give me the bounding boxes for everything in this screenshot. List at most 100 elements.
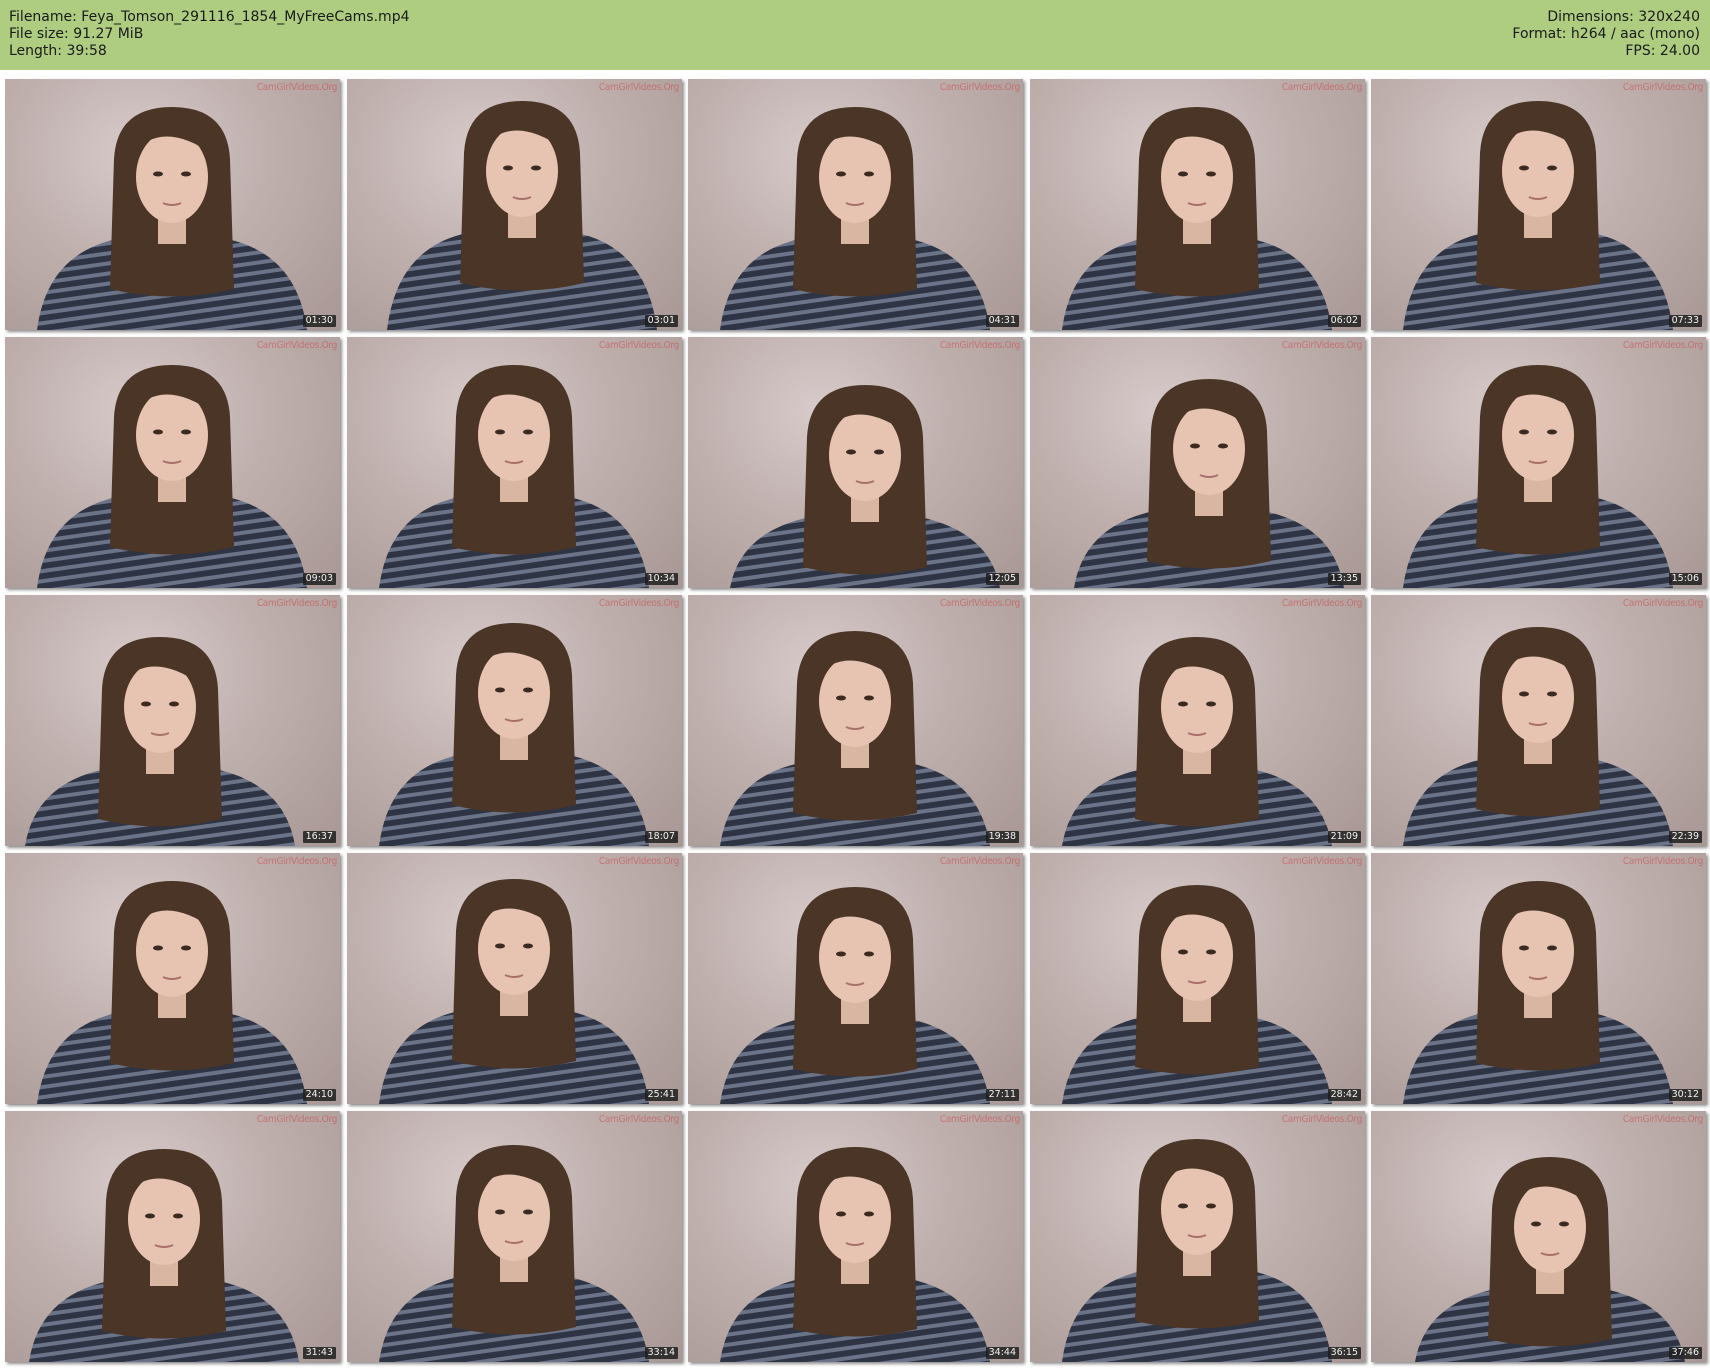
right-eye-shape xyxy=(1547,691,1557,697)
right-eye-shape xyxy=(1206,701,1216,707)
frame-image xyxy=(37,365,307,588)
watermark: CamGirlVideos.Org xyxy=(1622,340,1703,351)
frame-image xyxy=(1403,101,1673,330)
video-thumbnail: CamGirlVideos.Org 31:43 xyxy=(5,1111,340,1362)
right-eye-shape xyxy=(1547,945,1557,951)
video-thumbnail: CamGirlVideos.Org 07:33 xyxy=(1371,79,1706,330)
left-eye-shape xyxy=(1519,945,1529,951)
video-thumbnail: CamGirlVideos.Org 19:38 xyxy=(688,595,1023,846)
timestamp-label: 01:30 xyxy=(302,315,336,327)
watermark: CamGirlVideos.Org xyxy=(939,856,1020,867)
left-eye-shape xyxy=(153,171,163,177)
frame-image xyxy=(379,1145,649,1362)
timestamp-label: 24:10 xyxy=(302,1089,336,1101)
left-eye-shape xyxy=(1519,429,1529,435)
video-thumbnail: CamGirlVideos.Org 22:39 xyxy=(1371,595,1706,846)
watermark: CamGirlVideos.Org xyxy=(598,340,679,351)
right-eye-shape xyxy=(1206,949,1216,955)
video-thumbnail: CamGirlVideos.Org 04:31 xyxy=(688,79,1023,330)
frame-image xyxy=(1074,379,1344,588)
timestamp-label: 10:34 xyxy=(644,573,678,585)
timestamp-label: 16:37 xyxy=(302,831,336,843)
video-thumbnail: CamGirlVideos.Org 06:02 xyxy=(1030,79,1365,330)
watermark: CamGirlVideos.Org xyxy=(939,82,1020,93)
watermark: CamGirlVideos.Org xyxy=(1281,82,1362,93)
left-eye-shape xyxy=(1190,443,1200,449)
right-eye-shape xyxy=(531,165,541,171)
info-right: Dimensions: 320x240 Format: h264 / aac (… xyxy=(1512,9,1700,60)
watermark: CamGirlVideos.Org xyxy=(939,598,1020,609)
frame-image xyxy=(379,365,649,588)
video-thumbnail: CamGirlVideos.Org 12:05 xyxy=(688,337,1023,588)
timestamp-label: 28:42 xyxy=(1327,1089,1361,1101)
watermark: CamGirlVideos.Org xyxy=(1281,856,1362,867)
right-eye-shape xyxy=(181,171,191,177)
frame-image xyxy=(720,887,990,1104)
right-eye-shape xyxy=(864,171,874,177)
watermark: CamGirlVideos.Org xyxy=(939,340,1020,351)
video-thumbnail: CamGirlVideos.Org 33:14 xyxy=(347,1111,682,1362)
timestamp-label: 06:02 xyxy=(1327,315,1361,327)
left-eye-shape xyxy=(846,449,856,455)
timestamp-label: 21:09 xyxy=(1327,831,1361,843)
watermark: CamGirlVideos.Org xyxy=(256,1114,337,1125)
video-thumbnail: CamGirlVideos.Org 09:03 xyxy=(5,337,340,588)
video-thumbnail: CamGirlVideos.Org 03:01 xyxy=(347,79,682,330)
timestamp-label: 37:46 xyxy=(1668,1347,1702,1359)
dimensions-text: Dimensions: 320x240 xyxy=(1547,9,1700,25)
timestamp-label: 07:33 xyxy=(1668,315,1702,327)
video-thumbnail: CamGirlVideos.Org 15:06 xyxy=(1371,337,1706,588)
right-eye-shape xyxy=(169,701,179,707)
video-thumbnail: CamGirlVideos.Org 10:34 xyxy=(347,337,682,588)
video-thumbnail: CamGirlVideos.Org 13:35 xyxy=(1030,337,1365,588)
left-eye-shape xyxy=(1519,691,1529,697)
frame-image xyxy=(37,881,307,1104)
left-eye-shape xyxy=(1178,171,1188,177)
filename-text: Filename: Feya_Tomson_291116_1854_MyFree… xyxy=(9,9,410,25)
right-eye-shape xyxy=(1547,429,1557,435)
right-eye-shape xyxy=(173,1213,183,1219)
right-eye-shape xyxy=(523,943,533,949)
watermark: CamGirlVideos.Org xyxy=(1622,856,1703,867)
frame-image xyxy=(1062,1139,1332,1362)
right-eye-shape xyxy=(1206,171,1216,177)
info-header: Filename: Feya_Tomson_291116_1854_MyFree… xyxy=(0,0,1710,70)
timestamp-label: 18:07 xyxy=(644,831,678,843)
timestamp-label: 27:11 xyxy=(985,1089,1019,1101)
timestamp-label: 22:39 xyxy=(1668,831,1702,843)
frame-image xyxy=(1415,1157,1685,1362)
video-thumbnail: CamGirlVideos.Org 24:10 xyxy=(5,853,340,1104)
format-text: Format: h264 / aac (mono) xyxy=(1512,26,1700,42)
watermark: CamGirlVideos.Org xyxy=(1281,598,1362,609)
frame-image xyxy=(720,107,990,330)
frame-image xyxy=(1062,107,1332,330)
file-size-text: File size: 91.27 MiB xyxy=(9,26,144,42)
timestamp-label: 03:01 xyxy=(644,315,678,327)
video-thumbnail: CamGirlVideos.Org 37:46 xyxy=(1371,1111,1706,1362)
watermark: CamGirlVideos.Org xyxy=(598,598,679,609)
frame-image xyxy=(720,631,990,846)
fps-text: FPS: 24.00 xyxy=(1625,43,1700,59)
right-eye-shape xyxy=(1218,443,1228,449)
right-eye-shape xyxy=(1559,1221,1569,1227)
left-eye-shape xyxy=(145,1213,155,1219)
frame-image xyxy=(1403,881,1673,1104)
video-thumbnail: CamGirlVideos.Org 01:30 xyxy=(5,79,340,330)
video-thumbnail: CamGirlVideos.Org 30:12 xyxy=(1371,853,1706,1104)
timestamp-label: 19:38 xyxy=(985,831,1019,843)
video-thumbnail: CamGirlVideos.Org 25:41 xyxy=(347,853,682,1104)
left-eye-shape xyxy=(1178,701,1188,707)
frame-image xyxy=(1062,637,1332,846)
watermark: CamGirlVideos.Org xyxy=(256,82,337,93)
right-eye-shape xyxy=(1206,1203,1216,1209)
watermark: CamGirlVideos.Org xyxy=(598,1114,679,1125)
left-eye-shape xyxy=(495,1209,505,1215)
thumbnail-grid: CamGirlVideos.Org 01:30 CamGirlVideos.Org 0… xyxy=(5,79,1706,1365)
left-eye-shape xyxy=(495,687,505,693)
timestamp-label: 36:15 xyxy=(1327,1347,1361,1359)
right-eye-shape xyxy=(864,951,874,957)
right-eye-shape xyxy=(181,945,191,951)
timestamp-label: 33:14 xyxy=(644,1347,678,1359)
video-thumbnail: CamGirlVideos.Org 27:11 xyxy=(688,853,1023,1104)
video-thumbnail: CamGirlVideos.Org 21:09 xyxy=(1030,595,1365,846)
